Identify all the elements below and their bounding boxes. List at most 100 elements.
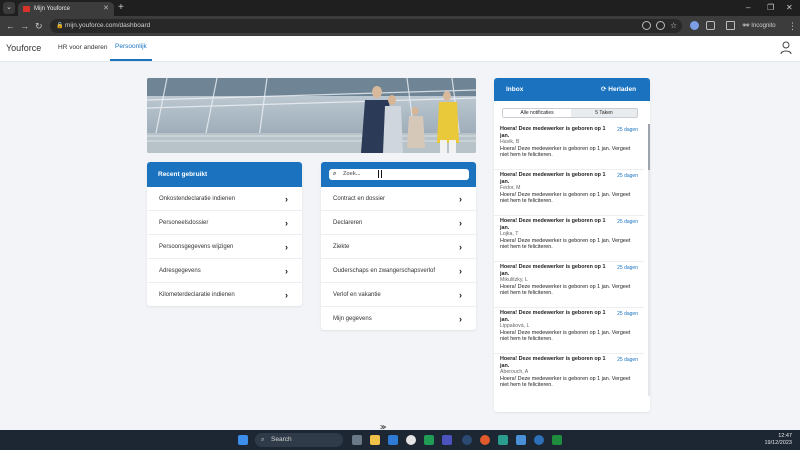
star-icon[interactable]: ☆ <box>670 21 679 30</box>
recent-item[interactable]: Adresgegevens › <box>147 259 302 283</box>
search-card: ⌕ Zoek... Contract en dossier › Declarere… <box>321 162 476 330</box>
onepassword-icon[interactable] <box>462 435 472 445</box>
url-text: mijn.youforce.com/dashboard <box>65 22 151 29</box>
chevron-right-icon: › <box>459 218 462 228</box>
search-item[interactable]: Verlof en vakantie › <box>321 283 476 307</box>
search-item[interactable]: Contract en dossier › <box>321 187 476 211</box>
message-body: Hoera! Deze medewerker is geboren op 1 j… <box>500 283 631 297</box>
app-icon[interactable] <box>552 435 562 445</box>
eye-off-icon[interactable] <box>642 21 651 30</box>
inbox-card: Inbox ⟳ Herladen Alle notificaties 5 Tak… <box>494 78 650 412</box>
back-icon[interactable]: ← <box>6 20 15 32</box>
message-title: Hoera! Deze medewerker is geboren op 1 j… <box>500 172 606 185</box>
inbox-tabs: Alle notificaties 5 Taken <box>502 108 638 118</box>
message-body: Hoera! Deze medewerker is geboren op 1 j… <box>500 145 631 159</box>
inbox-message[interactable]: Hoera! Deze medewerker is geboren op 1 j… <box>494 262 644 308</box>
search-icon: ⌕ <box>261 437 265 443</box>
incognito-label: Incognito <box>751 23 776 29</box>
edge-icon[interactable] <box>534 435 544 445</box>
tab-search-icon[interactable]: ⌄ <box>3 2 15 14</box>
chevron-right-icon: › <box>459 242 462 252</box>
tab-title: Mijn Youforce <box>34 6 71 12</box>
recent-item[interactable]: Onkostendeclaratie indienen › <box>147 187 302 211</box>
incognito-icon: 🕶 <box>742 23 750 29</box>
inbox-scrollbar[interactable] <box>648 124 650 396</box>
search-input[interactable]: ⌕ Zoek... <box>329 169 469 180</box>
browser-tab[interactable]: Mijn Youforce ✕ <box>18 2 114 16</box>
lock-icon: 🔒 <box>56 23 64 29</box>
new-tab-icon[interactable]: + <box>118 2 124 14</box>
inbox-message[interactable]: Hoera! Deze medewerker is geboren op 1 j… <box>494 216 644 262</box>
taskbar-search[interactable]: ⌕ Search <box>255 433 343 447</box>
chevron-right-icon: › <box>459 266 462 276</box>
recent-item-label: Adresgegevens <box>159 268 201 274</box>
app-icon[interactable] <box>480 435 490 445</box>
recent-item-label: Onkostendeclaratie indienen <box>159 196 236 202</box>
search-icon: ⌕ <box>333 171 337 177</box>
chevron-right-icon: › <box>285 194 288 204</box>
reload-button[interactable]: ⟳ Herladen <box>601 78 636 101</box>
message-date: 25 dagen <box>617 173 638 179</box>
reload-icon[interactable]: ↻ <box>35 20 43 32</box>
address-bar[interactable]: 🔒 mijn.youforce.com/dashboard <box>50 19 682 33</box>
search-item-label: Verlof en vakantie <box>333 292 381 298</box>
message-body: Hoera! Deze medewerker is geboren op 1 j… <box>500 329 631 343</box>
app-header: Youforce HR voor anderen Persoonlijk <box>0 36 800 62</box>
recent-item[interactable]: Personeelsdossier › <box>147 211 302 235</box>
search-item-label: Ziekte <box>333 244 350 250</box>
chevron-right-icon: › <box>285 242 288 252</box>
inbox-title: Inbox <box>506 86 524 93</box>
zoom-icon[interactable] <box>656 21 665 30</box>
search-item[interactable]: Ziekte › <box>321 235 476 259</box>
clock-date: 19/12/2023 <box>764 440 792 446</box>
browser-tabstrip: ⌄ Mijn Youforce ✕ + – ❐ ✕ <box>0 0 800 16</box>
tab-alle-notificaties[interactable]: Alle notificaties <box>503 109 571 117</box>
task-view-icon[interactable] <box>352 435 362 445</box>
close-window-icon[interactable]: ✕ <box>786 2 793 14</box>
chevron-right-icon: › <box>285 266 288 276</box>
nav-persoonlijk[interactable]: Persoonlijk <box>110 36 152 61</box>
app-logo[interactable]: Youforce <box>6 43 41 53</box>
close-tab-icon[interactable]: ✕ <box>103 2 109 16</box>
windows-start-icon[interactable] <box>238 435 248 445</box>
teams-icon[interactable] <box>442 435 452 445</box>
file-explorer-icon[interactable] <box>370 435 380 445</box>
reload-label: Herladen <box>608 86 637 93</box>
inbox-message[interactable]: Hoera! Deze medewerker is geboren op 1 j… <box>494 354 644 390</box>
inbox-message[interactable]: Hoera! Deze medewerker is geboren op 1 j… <box>494 308 644 354</box>
maximize-icon[interactable]: ❐ <box>767 2 774 14</box>
nav-hr-voor-anderen[interactable]: HR voor anderen <box>58 44 108 51</box>
tab-taken[interactable]: 5 Taken <box>571 109 637 117</box>
sidepanel-icon[interactable] <box>726 21 735 30</box>
chrome-icon[interactable] <box>406 435 416 445</box>
search-card-header: ⌕ Zoek... <box>321 162 476 187</box>
extensions-icon[interactable] <box>706 21 715 30</box>
excel-icon[interactable] <box>424 435 434 445</box>
extension-icon[interactable] <box>690 21 699 30</box>
incognito-indicator[interactable]: 🕶 Incognito <box>742 21 776 31</box>
search-item[interactable]: Declareren › <box>321 211 476 235</box>
search-item[interactable]: Ouderschaps en zwangerschapsverlof › <box>321 259 476 283</box>
forward-icon[interactable]: → <box>20 20 29 32</box>
message-title: Hoera! Deze medewerker is geboren op 1 j… <box>500 264 606 277</box>
search-item[interactable]: Mijn gegevens › <box>321 307 476 330</box>
outlook-icon[interactable] <box>388 435 398 445</box>
refresh-icon: ⟳ <box>601 86 607 93</box>
message-date: 25 dagen <box>617 127 638 133</box>
app-icon[interactable] <box>516 435 526 445</box>
message-title: Hoera! Deze medewerker is geboren op 1 j… <box>500 126 606 139</box>
recent-item[interactable]: Persoonsgegevens wijzigen › <box>147 235 302 259</box>
search-item-label: Contract en dossier <box>333 196 386 202</box>
recent-item[interactable]: Kilometerdeclaratie indienen › <box>147 283 302 306</box>
minimize-icon[interactable]: – <box>746 2 750 14</box>
inbox-message[interactable]: Hoera! Deze medewerker is geboren op 1 j… <box>494 170 644 216</box>
inbox-message[interactable]: Hoera! Deze medewerker is geboren op 1 j… <box>494 124 644 170</box>
browser-toolbar: ← → ↻ 🔒 mijn.youforce.com/dashboard ☆ 🕶 … <box>0 16 800 36</box>
taskbar-clock[interactable]: 12:47 19/12/2023 <box>762 433 792 447</box>
inbox-scroll-thumb[interactable] <box>648 124 650 170</box>
inbox-header: Inbox ⟳ Herladen <box>494 78 650 101</box>
user-icon[interactable] <box>780 41 792 55</box>
menu-icon[interactable]: ⋮ <box>788 20 797 32</box>
app-icon[interactable] <box>498 435 508 445</box>
search-item-label: Mijn gegevens <box>333 316 372 322</box>
